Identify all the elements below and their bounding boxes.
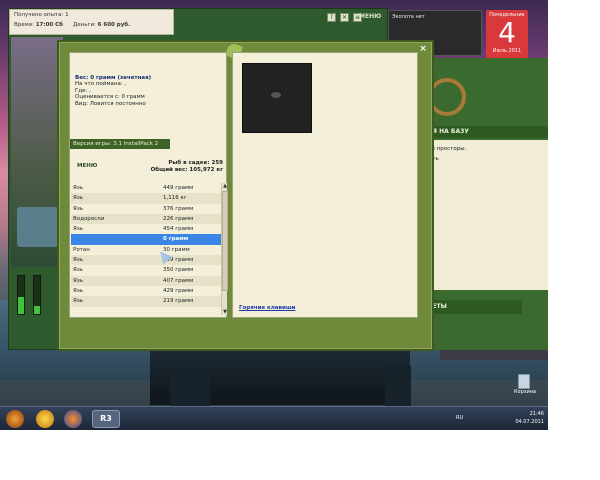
experience-text: Получено опыта: 1 xyxy=(14,12,69,18)
list-item-selected[interactable]: 0 грамм xyxy=(71,234,221,245)
time-label: Время: xyxy=(14,22,34,28)
fish-preview-panel: Горячие клавиши xyxy=(232,52,418,318)
fish-details: Вес: 0 грамм (зачетная) На что поймана: … xyxy=(75,75,151,107)
keepnet-dialog: × Вес: 0 грамм (зачетная) На что поймана… xyxy=(57,40,434,351)
fish-info-panel: Вес: 0 грамм (зачетная) На что поймана: … xyxy=(69,52,228,318)
start-button[interactable] xyxy=(6,410,24,428)
list-item[interactable]: Язь 1,116 кг xyxy=(71,193,221,204)
menu-button[interactable]: МЕНЮ xyxy=(77,163,97,169)
site-text-1: ие просторы. xyxy=(428,146,467,152)
time-value: 17:00 Сб xyxy=(35,22,64,28)
money-value: 6 600 руб. xyxy=(97,22,131,28)
scroll-thumb[interactable] xyxy=(222,191,228,291)
fish-count: Рыб в садке: 259 xyxy=(168,160,223,166)
game-version: Версия игры: 3.1 InstallPack 2 xyxy=(70,139,170,149)
list-item[interactable]: Язь 449 грамм xyxy=(71,183,221,194)
help-icon[interactable]: ? xyxy=(327,13,336,22)
game-menu-button[interactable]: МЕНЮ xyxy=(359,13,381,20)
recycle-bin-icon xyxy=(518,374,530,389)
game-scenery xyxy=(11,37,63,267)
pond-image xyxy=(17,207,59,247)
contacts-title: Экопота нет xyxy=(392,14,425,20)
calendar-month-year: Июль 2011 xyxy=(492,48,522,54)
recycle-bin-label: Корзина xyxy=(514,389,537,395)
site-content: ие просторы. ыть xyxy=(422,140,548,290)
money-label: Деньги: xyxy=(73,22,96,28)
list-item[interactable]: Ротан 30 грамм xyxy=(71,244,221,256)
site-button[interactable]: РЕТЫ xyxy=(422,300,522,314)
game-top-icons: ? ✕ ≡ xyxy=(327,13,362,22)
game-taskbar-icon[interactable]: R3 xyxy=(92,410,120,428)
clock-date: 04.07.2011 xyxy=(515,419,544,425)
fish-image xyxy=(242,63,312,133)
list-item[interactable]: Язь 350 грамм xyxy=(71,265,221,276)
gauge-left xyxy=(17,275,25,315)
keepnet-totals: Рыб в садке: 259 Общий вес: 105,972 кг xyxy=(151,160,223,174)
desktop-building xyxy=(385,366,411,406)
total-weight: Общий вес: 105,972 кг xyxy=(150,167,223,173)
site-text-2: ыть xyxy=(428,156,542,162)
taskbar: R3 RU 21:46 04.07.2011 xyxy=(0,406,548,430)
settings-icon[interactable]: ✕ xyxy=(340,13,349,22)
list-item[interactable]: Язь 376 грамм xyxy=(71,203,221,214)
close-button[interactable]: × xyxy=(418,44,428,54)
scroll-down-icon[interactable]: ▼ xyxy=(222,309,228,315)
desktop-building xyxy=(170,368,210,406)
desktop: Получено опыта: 1 Время: 17:00 Сб Деньги… xyxy=(0,0,548,430)
hotkeys-link[interactable]: Горячие клавиши xyxy=(239,305,296,311)
system-clock[interactable]: 21:46 04.07.2011 xyxy=(515,410,544,426)
calendar-day: 4 xyxy=(498,16,516,49)
fish-list: Язь 449 грамм Язь 1,116 кг Язь 376 грамм Во… xyxy=(71,183,221,317)
list-item[interactable]: Язь 454 грамм xyxy=(71,224,221,235)
fish-list-scrollbar[interactable]: ▲ ▼ xyxy=(221,183,228,315)
fish-icon xyxy=(271,92,281,98)
game-status-panel: Получено опыта: 1 Время: 17:00 Сб Деньги… xyxy=(9,9,174,35)
gauges xyxy=(13,271,63,351)
clock-time: 21:46 xyxy=(529,411,544,417)
app-icon[interactable] xyxy=(36,410,54,428)
recycle-bin[interactable]: Корзина xyxy=(514,374,537,395)
list-item[interactable]: Водоросли 226 грамм xyxy=(71,213,221,225)
scroll-up-icon[interactable]: ▲ xyxy=(222,183,228,189)
fish-species-note: Вид: Ловится постоянно xyxy=(75,100,146,107)
fish-rated-from: Оценивается с: 0 грамм xyxy=(75,94,145,101)
language-indicator[interactable]: RU xyxy=(456,415,463,421)
firefox-icon[interactable] xyxy=(64,410,82,428)
list-item[interactable]: Язь 429 грамм xyxy=(71,285,221,297)
list-item[interactable]: Язь 407 грамм xyxy=(71,275,221,286)
gauge-right xyxy=(33,275,41,315)
list-item[interactable]: Язь 219 грамм xyxy=(71,296,221,307)
list-item[interactable]: Язь 299 грамм xyxy=(71,255,221,266)
